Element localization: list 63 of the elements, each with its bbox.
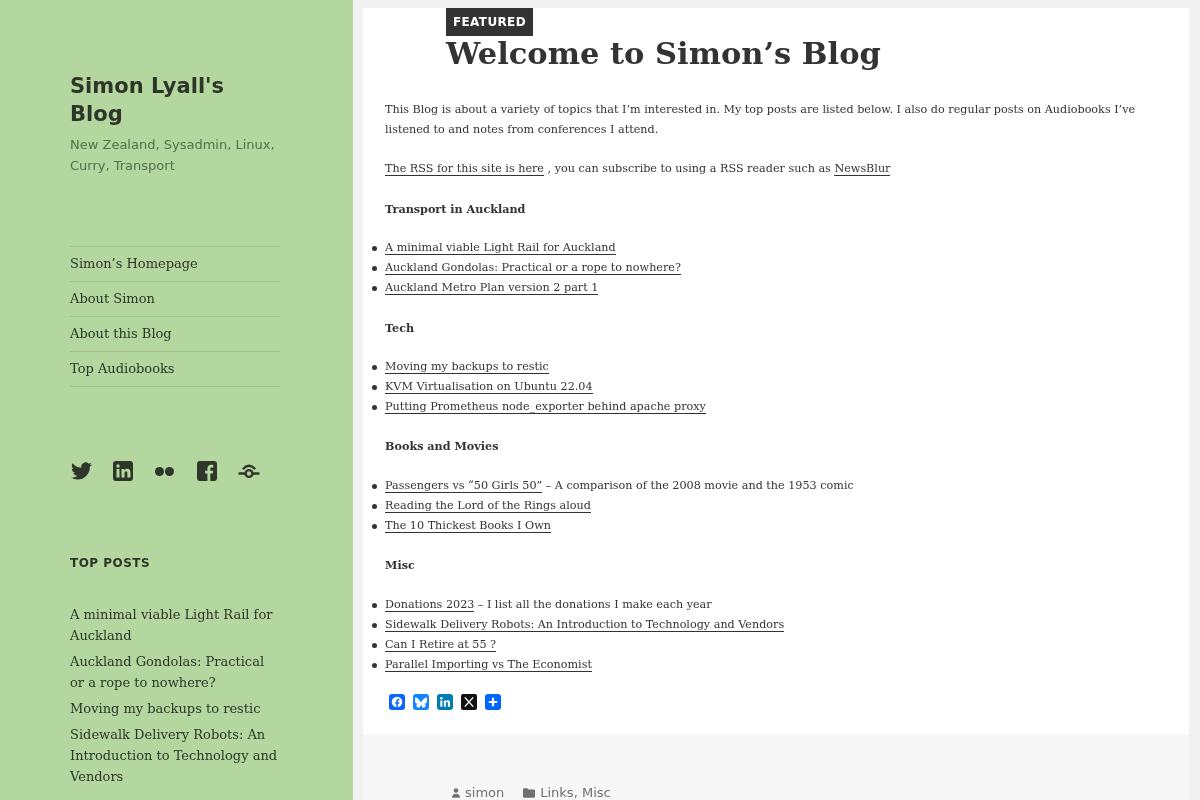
- facebook-share-icon[interactable]: [389, 693, 405, 710]
- category-links[interactable]: Links, Misc: [540, 782, 611, 800]
- section-heading: Misc: [385, 557, 415, 575]
- top-post-link[interactable]: Sidewalk Delivery Robots: An Introduction to Technology and Vendors: [70, 724, 282, 787]
- bullet-icon: [372, 404, 377, 410]
- two-dots-icon[interactable]: [155, 466, 174, 476]
- bullet-icon: [372, 384, 377, 390]
- bird-icon[interactable]: [71, 462, 92, 480]
- rss-paragraph: The RSS for this site is here , you can subscribe to using a RSS reader such as NewsBlur: [385, 161, 892, 179]
- post-link[interactable]: Auckland Gondolas: Practical or a rope to nowhere?: [385, 261, 681, 276]
- bullet-icon: [372, 266, 377, 272]
- post-note: – A comparison of the 2008 movie and the 1953 comic: [545, 478, 854, 492]
- menu-link[interactable]: Simon’s Homepage: [70, 247, 280, 282]
- top-post-link[interactable]: Moving my backups to restic: [70, 698, 282, 719]
- featured-label: FEATURED: [446, 8, 533, 36]
- intro-paragraph: This Blog is about a variety of topics that I’m interested in. My top posts are listed below. I also do regular posts on Audiobooks I’ve listened to and notes from conferences I attend.: [385, 102, 1137, 138]
- post-link[interactable]: A minimal viable Light Rail for Auckland: [385, 241, 616, 256]
- bullet-icon: [372, 602, 377, 608]
- post-link[interactable]: Moving my backups to restic: [385, 359, 549, 374]
- post-link[interactable]: Reading the Lord of the Rings aloud: [385, 498, 591, 513]
- rss-link[interactable]: The RSS for this site is here: [385, 162, 544, 177]
- site-tagline: New Zealand, Sysadmin, Linux, Curry, Transport: [70, 136, 276, 175]
- post-link[interactable]: Sidewalk Delivery Robots: An Introduction to Technology and Vendors: [385, 617, 785, 632]
- x-logo-icon[interactable]: [461, 693, 477, 710]
- top-post-link[interactable]: Auckland Gondolas: Practical or a rope to nowhere?: [70, 651, 282, 693]
- post-link[interactable]: Passengers vs “50 Girls 50”: [385, 478, 543, 493]
- bullet-icon: [372, 642, 377, 648]
- post-link[interactable]: KVM Virtualisation on Ubuntu 22.04: [385, 379, 593, 394]
- post-link[interactable]: Putting Prometheus node_exporter behind apache proxy: [385, 399, 706, 414]
- post-note: – I list all the donations I make each year: [477, 597, 712, 611]
- post-title: Welcome to Simon’s Blog: [446, 36, 881, 70]
- linkedin-share-icon[interactable]: [437, 693, 453, 710]
- post-link[interactable]: Auckland Metro Plan version 2 part 1: [385, 281, 599, 296]
- post-link[interactable]: Parallel Importing vs The Economist: [385, 657, 592, 672]
- post-link[interactable]: The 10 Thickest Books I Own: [385, 518, 552, 533]
- section-heading: Transport in Auckland: [385, 200, 526, 218]
- post-link[interactable]: Donations 2023: [385, 597, 475, 612]
- section-heading: Tech: [385, 319, 415, 337]
- bullet-icon: [372, 364, 377, 370]
- bullet-icon: [372, 286, 377, 292]
- menu-link[interactable]: About Simon: [70, 282, 280, 317]
- share-plus-icon[interactable]: [485, 693, 501, 710]
- bullet-icon: [372, 503, 377, 509]
- rss-link[interactable]: NewsBlur: [834, 162, 891, 177]
- linkedin-icon[interactable]: [113, 461, 133, 481]
- post-link[interactable]: Can I Retire at 55 ?: [385, 637, 497, 652]
- bullet-icon: [372, 483, 377, 489]
- facebook-icon[interactable]: [197, 461, 217, 481]
- bullet-icon: [372, 246, 377, 252]
- menu-link[interactable]: Top Audiobooks: [70, 352, 280, 387]
- bullet-icon: [372, 523, 377, 529]
- person-icon: [452, 787, 460, 798]
- ring-line-icon[interactable]: [238, 463, 260, 479]
- section-heading: Books and Movies: [385, 438, 499, 456]
- folder-icon: [523, 787, 536, 798]
- menu-link[interactable]: About this Blog: [70, 317, 280, 352]
- author-link[interactable]: simon: [465, 782, 505, 800]
- bullet-icon: [372, 662, 377, 668]
- widget-heading: TOP POSTS: [70, 555, 152, 572]
- butterfly-icon[interactable]: [413, 693, 429, 710]
- bullet-icon: [372, 622, 377, 628]
- site-title[interactable]: Simon Lyall's Blog: [70, 72, 280, 128]
- top-post-link[interactable]: A minimal viable Light Rail for Auckland: [70, 604, 282, 646]
